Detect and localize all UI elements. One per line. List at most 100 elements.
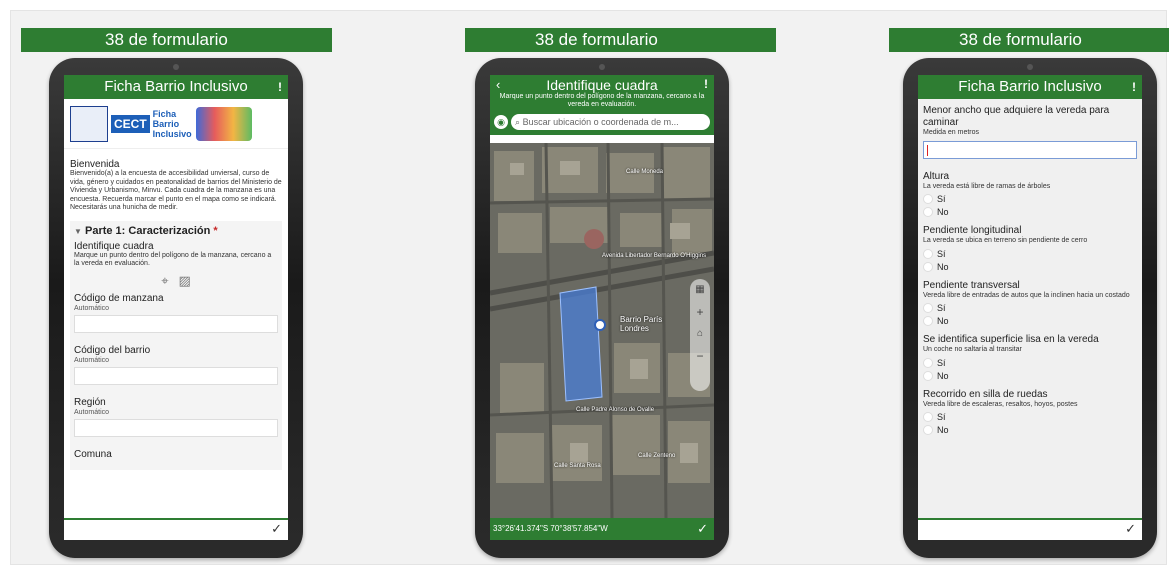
radio-icon (923, 248, 933, 259)
map-place-label: Barrio París Londres (620, 315, 663, 333)
field-label: Región (74, 396, 106, 408)
radio-option-no[interactable]: No (923, 261, 1137, 272)
submit-check-icon[interactable]: ✓ (1125, 521, 1136, 537)
logo-banner: CECT Ficha Barrio Inclusivo (64, 99, 288, 149)
option-label: No (937, 370, 949, 381)
width-input[interactable] (923, 140, 1137, 159)
submit-check-icon[interactable]: ✓ (271, 521, 282, 537)
question-label: Pendiente longitudinal (923, 225, 1022, 236)
radio-option-no[interactable]: No (923, 207, 1137, 217)
radio-option-no[interactable]: No (923, 316, 1137, 326)
text-caret (927, 144, 928, 156)
option-label: No (937, 261, 949, 272)
option-label: No (937, 316, 949, 326)
info-icon[interactable]: ! (1132, 75, 1136, 99)
question-hint: Un coche no saltaría al transitar (923, 346, 1022, 353)
coordinates-bar: 33°26'41.374"S 70°38'57.854"W ✓ (490, 518, 714, 540)
home-icon[interactable]: ⌂ (690, 323, 710, 345)
map-header: ‹ Identifique cuadra Marque un punto den… (490, 75, 714, 112)
panel-questions: 38 de formulario Ficha Barrio Inclusivo … (889, 28, 1169, 570)
panel-banner: 38 de formulario (465, 28, 776, 52)
basemap-icon[interactable]: ▦ (690, 279, 710, 301)
radio-option-yes[interactable]: Sí (923, 194, 1137, 204)
field-label: Código de manzana (74, 292, 164, 304)
radio-icon (923, 316, 933, 326)
panel-map: 38 de formulario ‹ Identifique cuadra Ma… (465, 28, 776, 570)
confirm-check-icon[interactable]: ✓ (697, 518, 708, 540)
info-icon[interactable]: ! (704, 77, 708, 91)
radio-option-yes[interactable]: Sí (923, 248, 1137, 259)
map-imagery (490, 143, 714, 518)
radio-option-yes[interactable]: Sí (923, 412, 1137, 422)
section-title[interactable]: ▼ Parte 1: Caracterización * (74, 225, 278, 237)
manzana-code-input[interactable] (74, 314, 278, 333)
welcome-text: Bienvenido(a) a la encuesta de accesibil… (70, 170, 282, 211)
ficha-logo-text: Ficha Barrio Inclusivo (153, 109, 192, 139)
camera-dot (173, 64, 179, 70)
radio-icon (923, 303, 933, 313)
app-header: Ficha Barrio Inclusivo ! (64, 75, 288, 99)
radio-icon (923, 207, 933, 217)
people-illustration (195, 106, 252, 141)
radio-option-yes[interactable]: Sí (923, 357, 1137, 368)
question-label: Se identifica superficie lisa en la vere… (923, 334, 1099, 345)
region-input[interactable] (74, 418, 278, 437)
panel-banner: 38 de formulario (21, 28, 332, 52)
logo-word-barrio: Barrio (152, 118, 180, 129)
crosshair-icon[interactable]: ⌖ (161, 273, 168, 289)
back-icon[interactable]: ‹ (496, 77, 500, 92)
phone-screen: Ficha Barrio Inclusivo ! CECT Ficha Barr… (64, 75, 288, 540)
info-icon[interactable]: ! (278, 75, 282, 99)
radio-icon (923, 261, 933, 272)
question-form: Menor ancho que adquiere la vereda para … (918, 99, 1142, 439)
street-label: Calle Santa Rosa (554, 463, 601, 469)
field-hint: Automático (74, 304, 110, 312)
radio-icon (923, 412, 933, 422)
question-hint: Vereda libre de entradas de autos que la… (923, 291, 1130, 299)
search-icon: ⌕ (515, 117, 521, 127)
field-label: Código del barrio (74, 344, 151, 356)
phone-frame: Ficha Barrio Inclusivo ! Menor ancho que… (903, 58, 1157, 558)
panel-banner: 38 de formulario (889, 28, 1169, 52)
search-placeholder: Buscar ubicación o coordenada de m... (522, 117, 679, 127)
radio-icon (923, 194, 933, 204)
radio-icon (923, 357, 933, 368)
phone-screen: Ficha Barrio Inclusivo ! Menor ancho que… (918, 75, 1142, 540)
phone-frame: ‹ Identifique cuadra Marque un punto den… (475, 58, 729, 558)
option-label: No (937, 425, 949, 435)
welcome-title: Bienvenida (70, 159, 120, 170)
logo-word-ficha: Ficha (152, 108, 177, 119)
zoom-in-icon[interactable]: + (690, 301, 710, 323)
required-mark: * (213, 224, 218, 237)
map-title: Identifique cuadra (546, 77, 658, 93)
radio-option-no[interactable]: No (923, 370, 1137, 381)
zoom-out-icon[interactable]: − (690, 345, 710, 367)
map-picker-icon[interactable]: ▨ (179, 273, 191, 289)
question-location-hint: Marque un punto dentro del polígono de l… (74, 251, 272, 268)
collapse-chevron-icon: ▼ (74, 226, 82, 236)
phone-frame: Ficha Barrio Inclusivo ! CECT Ficha Barr… (49, 58, 303, 558)
option-label: Sí (937, 412, 946, 422)
radio-option-no[interactable]: No (923, 425, 1137, 435)
minvu-logo (70, 105, 108, 142)
gps-icon[interactable]: ◉ (494, 115, 508, 129)
section-title-text: Parte 1: Caracterización (84, 224, 211, 237)
question-width: Menor ancho que adquiere la vereda para … (923, 105, 1110, 128)
field-label: Comuna (74, 448, 112, 460)
coordinates-readout: 33°26'41.374"S 70°38'57.854"W (493, 524, 608, 533)
question-label: Recorrido en silla de ruedas (923, 388, 1048, 400)
barrio-code-input[interactable] (74, 366, 278, 385)
map-search-input[interactable]: ⌕ Buscar ubicación o coordenada de m... (511, 114, 710, 130)
field-hint: Automático (74, 408, 110, 416)
option-label: Sí (937, 357, 946, 368)
option-label: Sí (937, 248, 946, 259)
radio-option-yes[interactable]: Sí (923, 303, 1137, 313)
app-title: Ficha Barrio Inclusivo (104, 78, 248, 95)
section-part1: ▼ Parte 1: Caracterización * Identifique… (70, 220, 282, 470)
radio-icon (923, 370, 933, 381)
question-label: Altura (923, 170, 950, 182)
satellite-map[interactable]: Barrio París Londres Calle Moneda Avenid… (490, 143, 714, 518)
field-hint: Automático (74, 356, 110, 364)
map-search-row: ◉ ⌕ Buscar ubicación o coordenada de m..… (490, 112, 714, 135)
street-label: Calle Zenteno (638, 453, 676, 459)
